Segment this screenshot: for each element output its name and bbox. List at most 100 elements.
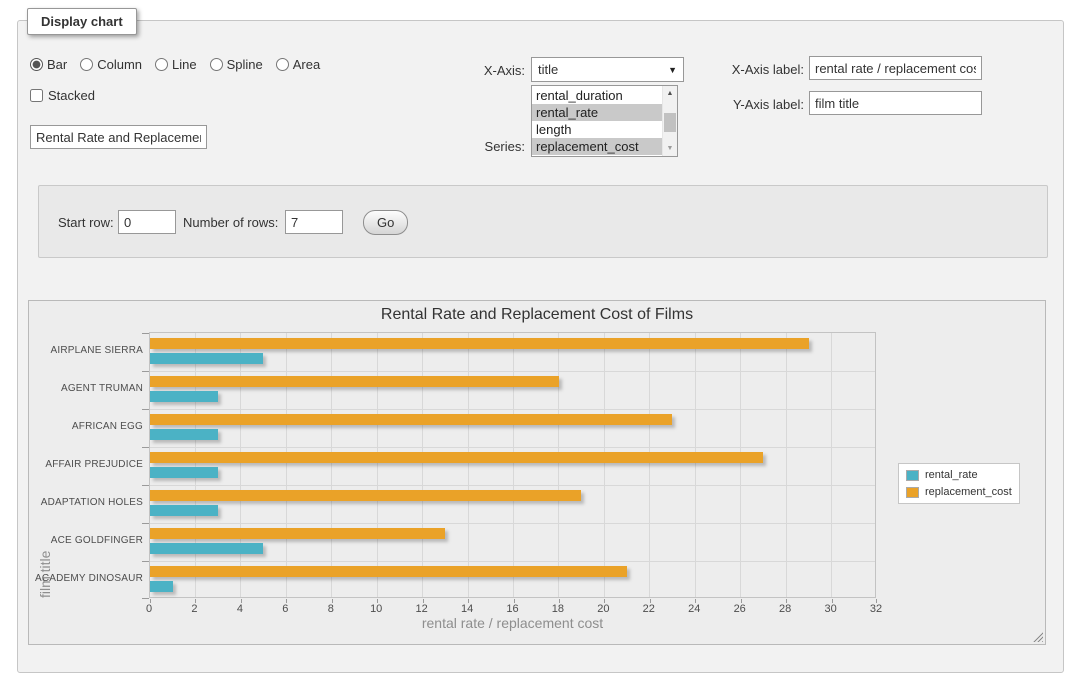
chart-type-label: Line bbox=[172, 57, 197, 72]
y-category-label: AGENT TRUMAN bbox=[29, 383, 143, 394]
x-tick-label: 4 bbox=[225, 603, 255, 615]
x-tick-label: 26 bbox=[725, 603, 755, 615]
x-tick-label: 28 bbox=[770, 603, 800, 615]
x-tick-label: 30 bbox=[816, 603, 846, 615]
listbox-scrollbar[interactable]: ▲ ▼ bbox=[662, 86, 677, 156]
chart-type-radio-group: Bar Column Line Spline Area bbox=[30, 57, 320, 72]
chart-type-radio-column[interactable] bbox=[80, 58, 93, 71]
y-axis-category-labels: AIRPLANE SIERRA AGENT TRUMAN AFRICAN EGG AF… bbox=[29, 332, 143, 598]
gridline-horizontal bbox=[150, 371, 875, 372]
x-axis-selected-value: title bbox=[538, 62, 668, 77]
chart-type-label: Spline bbox=[227, 57, 263, 72]
chart-container: Rental Rate and Replacement Cost of Film… bbox=[28, 300, 1046, 645]
bar-rental_rate bbox=[150, 429, 218, 440]
series-caption: Series: bbox=[465, 139, 525, 154]
y-category-label: AFFAIR PREJUDICE bbox=[29, 459, 143, 470]
bar-rental_rate bbox=[150, 467, 218, 478]
gridline-vertical bbox=[468, 333, 469, 597]
bar-rental_rate bbox=[150, 543, 263, 554]
chart-type-label: Area bbox=[293, 57, 320, 72]
bar-rental_rate bbox=[150, 505, 218, 516]
scroll-up-icon[interactable]: ▲ bbox=[663, 86, 677, 101]
start-row-label: Start row: bbox=[58, 215, 114, 230]
series-option-rental_rate[interactable]: rental_rate bbox=[532, 104, 662, 121]
scrollbar-thumb[interactable] bbox=[664, 113, 676, 132]
series-options: rental_durationrental_ratelengthreplacem… bbox=[532, 86, 662, 156]
chart-type-radio-bar[interactable] bbox=[30, 58, 43, 71]
legend-label: replacement_cost bbox=[925, 486, 1012, 498]
x-tick-label: 8 bbox=[316, 603, 346, 615]
gridline-horizontal bbox=[150, 561, 875, 562]
x-tick-label: 22 bbox=[634, 603, 664, 615]
gridline-vertical bbox=[558, 333, 559, 597]
gridline-vertical bbox=[740, 333, 741, 597]
x-axis-select[interactable]: title ▼ bbox=[531, 57, 684, 82]
y-axis-tick bbox=[142, 447, 149, 448]
x-tick-label: 24 bbox=[679, 603, 709, 615]
x-axis-label-caption: X-Axis label: bbox=[722, 62, 804, 77]
legend-swatch bbox=[906, 487, 919, 498]
y-axis-tick bbox=[142, 485, 149, 486]
bar-replacement_cost bbox=[150, 566, 627, 577]
x-tick-label: 0 bbox=[134, 603, 164, 615]
x-tick-label: 16 bbox=[498, 603, 528, 615]
start-row-input[interactable] bbox=[118, 210, 176, 234]
y-axis-label-caption: Y-Axis label: bbox=[722, 97, 804, 112]
y-axis-tick bbox=[142, 523, 149, 524]
gridline-horizontal bbox=[150, 409, 875, 410]
y-category-label: AFRICAN EGG bbox=[29, 421, 143, 432]
page: Display chart BarColumnLineSplineArea St… bbox=[0, 0, 1081, 681]
chart-title-input[interactable] bbox=[30, 125, 207, 149]
scroll-down-icon[interactable]: ▼ bbox=[663, 141, 677, 156]
stacked-checkbox-row[interactable]: Stacked bbox=[30, 88, 95, 103]
legend-item-replacement_cost: replacement_cost bbox=[906, 486, 1012, 498]
select-arrow-icon: ▼ bbox=[668, 65, 677, 75]
chart-type-option-bar[interactable]: Bar bbox=[30, 57, 67, 72]
stacked-label: Stacked bbox=[48, 88, 95, 103]
chart-type-option-column[interactable]: Column bbox=[80, 57, 142, 72]
y-axis-tick bbox=[142, 333, 149, 334]
chart-type-label: Bar bbox=[47, 57, 67, 72]
go-button[interactable]: Go bbox=[363, 210, 408, 235]
chart-type-radio-area[interactable] bbox=[276, 58, 289, 71]
num-rows-label: Number of rows: bbox=[183, 215, 278, 230]
gridline-vertical bbox=[377, 333, 378, 597]
num-rows-input[interactable] bbox=[285, 210, 343, 234]
x-axis-title: rental rate / replacement cost bbox=[149, 615, 876, 631]
chart-title: Rental Rate and Replacement Cost of Film… bbox=[29, 306, 1045, 324]
gridline-vertical bbox=[786, 333, 787, 597]
y-axis-tick bbox=[142, 409, 149, 410]
x-tick-label: 10 bbox=[361, 603, 391, 615]
series-option-replacement_cost[interactable]: replacement_cost bbox=[532, 138, 662, 155]
gridline-vertical bbox=[240, 333, 241, 597]
gridline-vertical bbox=[195, 333, 196, 597]
chart-type-option-spline[interactable]: Spline bbox=[210, 57, 263, 72]
chart-type-option-line[interactable]: Line bbox=[155, 57, 197, 72]
legend-swatch bbox=[906, 470, 919, 481]
bar-replacement_cost bbox=[150, 452, 763, 463]
bar-replacement_cost bbox=[150, 376, 559, 387]
gridline-vertical bbox=[695, 333, 696, 597]
bar-replacement_cost bbox=[150, 338, 809, 349]
chart-legend: rental_ratereplacement_cost bbox=[898, 463, 1020, 504]
chart-type-radio-line[interactable] bbox=[155, 58, 168, 71]
x-axis-caption: X-Axis: bbox=[465, 63, 525, 78]
series-option-length[interactable]: length bbox=[532, 121, 662, 138]
chart-type-option-area[interactable]: Area bbox=[276, 57, 320, 72]
gridline-vertical bbox=[604, 333, 605, 597]
gridline-horizontal bbox=[150, 523, 875, 524]
y-axis-label-input[interactable] bbox=[809, 91, 982, 115]
stacked-checkbox[interactable] bbox=[30, 89, 43, 102]
series-listbox[interactable]: rental_durationrental_ratelengthreplacem… bbox=[531, 85, 678, 157]
y-axis-tick bbox=[142, 371, 149, 372]
x-axis-label-input[interactable] bbox=[809, 56, 982, 80]
resize-handle-icon[interactable] bbox=[1032, 631, 1043, 642]
chart-type-radio-spline[interactable] bbox=[210, 58, 223, 71]
y-category-label: AIRPLANE SIERRA bbox=[29, 345, 143, 356]
bar-replacement_cost bbox=[150, 490, 581, 501]
bar-rental_rate bbox=[150, 353, 263, 364]
gridline-horizontal bbox=[150, 447, 875, 448]
series-option-rental_duration[interactable]: rental_duration bbox=[532, 87, 662, 104]
gridline-vertical bbox=[513, 333, 514, 597]
bar-rental_rate bbox=[150, 391, 218, 402]
